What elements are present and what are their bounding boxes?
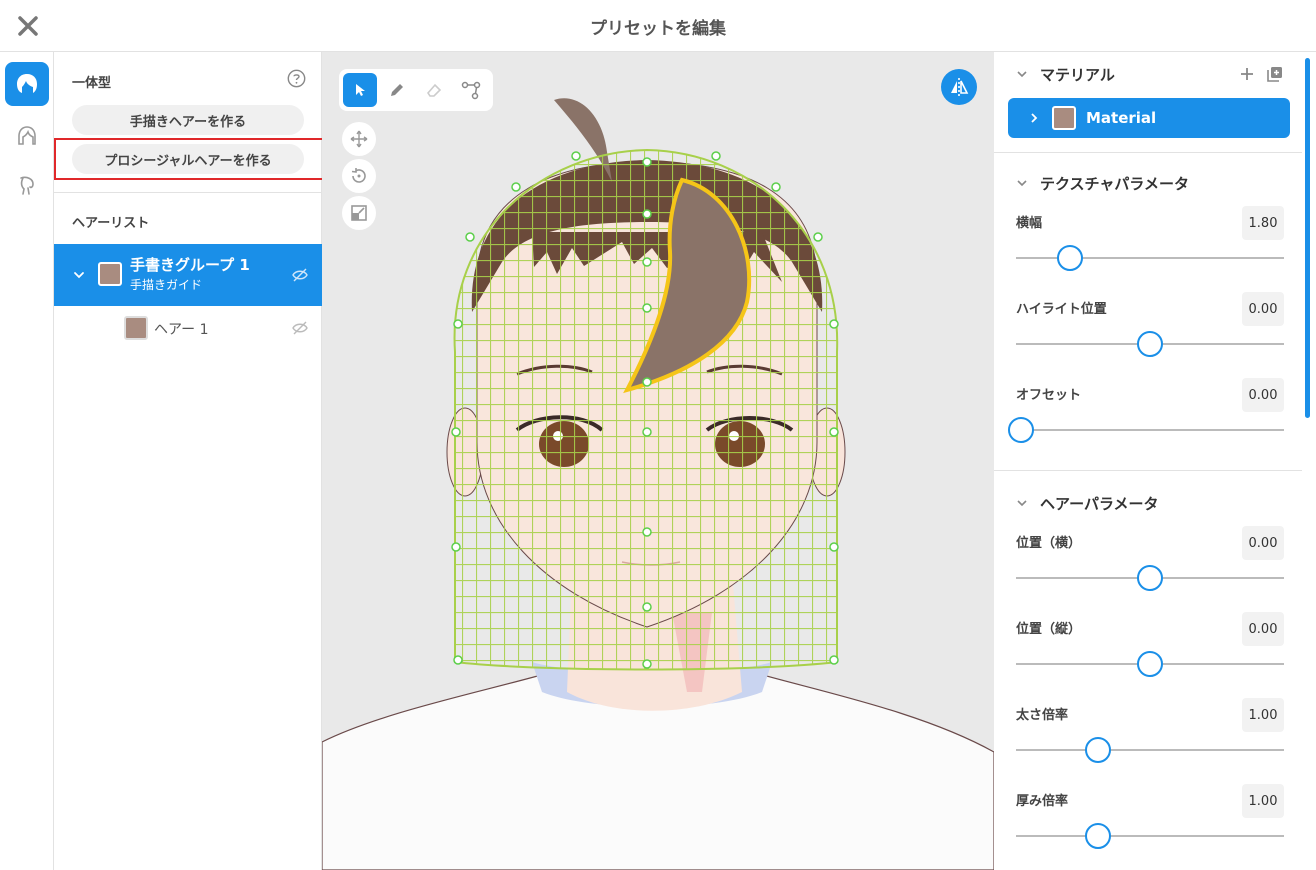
help-icon[interactable]: [287, 69, 306, 88]
group-subtitle: 手描きガイド: [130, 278, 203, 292]
head-hair-icon: [17, 74, 37, 93]
chevron-down-icon[interactable]: [1016, 177, 1028, 189]
hair-item-row[interactable]: ヘアー 1: [54, 308, 322, 348]
slider-track[interactable]: [1016, 749, 1284, 751]
slider-thumb[interactable]: [1008, 417, 1034, 443]
param-label: オフセット: [1016, 388, 1082, 403]
plus-icon[interactable]: [1238, 65, 1256, 83]
material-header: マテリアル: [1040, 66, 1115, 84]
category-rail: [0, 52, 54, 870]
panel-scrollbar[interactable]: [1305, 58, 1310, 418]
rail-hair-back[interactable]: [5, 114, 49, 158]
slider-thumb[interactable]: [1085, 737, 1112, 763]
select-tool[interactable]: [343, 73, 377, 107]
eraser-tool[interactable]: [417, 73, 451, 107]
material-color-swatch[interactable]: [1052, 106, 1076, 130]
visibility-off-icon[interactable]: [291, 266, 309, 284]
slider-thumb[interactable]: [1137, 331, 1163, 357]
title-bar: プリセットを編集: [0, 0, 1316, 52]
scale-tool[interactable]: [342, 196, 376, 230]
material-name: Material: [1086, 109, 1157, 127]
param-value-field[interactable]: 0.00: [1242, 526, 1284, 560]
rail-hair-side[interactable]: [5, 164, 49, 208]
slider-thumb[interactable]: [1137, 565, 1163, 591]
tool-bar: [339, 69, 493, 111]
visibility-off-icon[interactable]: [291, 319, 309, 337]
pencil-icon: [391, 84, 403, 96]
mirror-toggle[interactable]: [941, 69, 977, 105]
param-value-field[interactable]: 1.00: [1242, 784, 1284, 818]
mirror-symmetry-icon: [951, 78, 969, 96]
avatar-render[interactable]: [322, 52, 994, 870]
node-path-icon: [461, 81, 481, 100]
material-item-row[interactable]: Material: [1008, 98, 1290, 138]
hair-item-name: ヘアー 1: [154, 322, 209, 338]
window-title: プリセットを編集: [590, 19, 726, 39]
slider-track[interactable]: [1016, 429, 1284, 431]
cursor-arrow-icon: [356, 84, 365, 96]
param-label: 厚み倍率: [1016, 794, 1069, 809]
eraser-icon: [426, 83, 442, 97]
hair-color-swatch[interactable]: [124, 316, 148, 340]
param-label: 太さ倍率: [1016, 708, 1069, 723]
chevron-right-icon[interactable]: [1028, 112, 1040, 124]
slider-thumb[interactable]: [1057, 245, 1084, 271]
param-label: 位置（横）: [1016, 536, 1082, 551]
hair-params-header: ヘアーパラメータ: [1040, 495, 1159, 513]
slider-thumb[interactable]: [1085, 823, 1112, 849]
param-value-field[interactable]: 0.00: [1242, 378, 1284, 412]
group-color-swatch[interactable]: [98, 262, 122, 286]
param-label: ハイライト位置: [1016, 302, 1107, 317]
hair-side-icon: [20, 176, 34, 195]
hair-list-label: ヘアーリスト: [72, 216, 150, 231]
hair-guide-mesh[interactable]: [454, 150, 838, 670]
3d-viewport[interactable]: [322, 52, 994, 870]
properties-panel: マテリアル Material テクスチャパラメータ 横幅 1.80 ハイライト位置 0…: [994, 52, 1316, 870]
texture-params-header: テクスチャパラメータ: [1040, 175, 1189, 193]
param-label: 横幅: [1016, 216, 1043, 231]
hair-back-icon: [18, 126, 36, 145]
slider-thumb[interactable]: [1137, 651, 1163, 677]
pen-tool[interactable]: [380, 73, 414, 107]
draw-hair-button[interactable]: 手描きヘアーを作る: [72, 105, 304, 135]
param-label: 位置（縦）: [1016, 622, 1082, 637]
path-tool[interactable]: [454, 73, 488, 107]
section-label-unified: 一体型: [72, 76, 112, 91]
move-tool[interactable]: [342, 122, 376, 156]
divider: [54, 192, 322, 193]
param-value-field[interactable]: 0.00: [1242, 292, 1284, 326]
rotate-tool[interactable]: [342, 159, 376, 193]
highlight-box: [54, 138, 330, 180]
rail-hair-unified[interactable]: [5, 62, 49, 106]
hair-list-panel: 一体型 手描きヘアーを作る プロシージャルヘアーを作る ヘアーリスト 手書きグル…: [54, 52, 330, 870]
group-name: 手書きグループ 1: [130, 256, 250, 274]
param-value-field[interactable]: 1.00: [1242, 698, 1284, 732]
chevron-down-icon[interactable]: [72, 268, 86, 282]
rotate-icon: [351, 168, 366, 183]
scale-box-icon: [351, 205, 367, 221]
hair-group-row[interactable]: 手書きグループ 1 手描きガイド: [54, 244, 322, 306]
move-arrows-icon: [350, 130, 368, 148]
chevron-down-icon[interactable]: [1016, 497, 1028, 509]
chevron-down-icon[interactable]: [1016, 68, 1028, 80]
divider: [994, 152, 1302, 153]
duplicate-icon[interactable]: [1266, 65, 1284, 83]
param-value-field[interactable]: 0.00: [1242, 612, 1284, 646]
slider-track[interactable]: [1016, 835, 1284, 837]
divider: [994, 470, 1302, 471]
param-value-field[interactable]: 1.80: [1242, 206, 1284, 240]
